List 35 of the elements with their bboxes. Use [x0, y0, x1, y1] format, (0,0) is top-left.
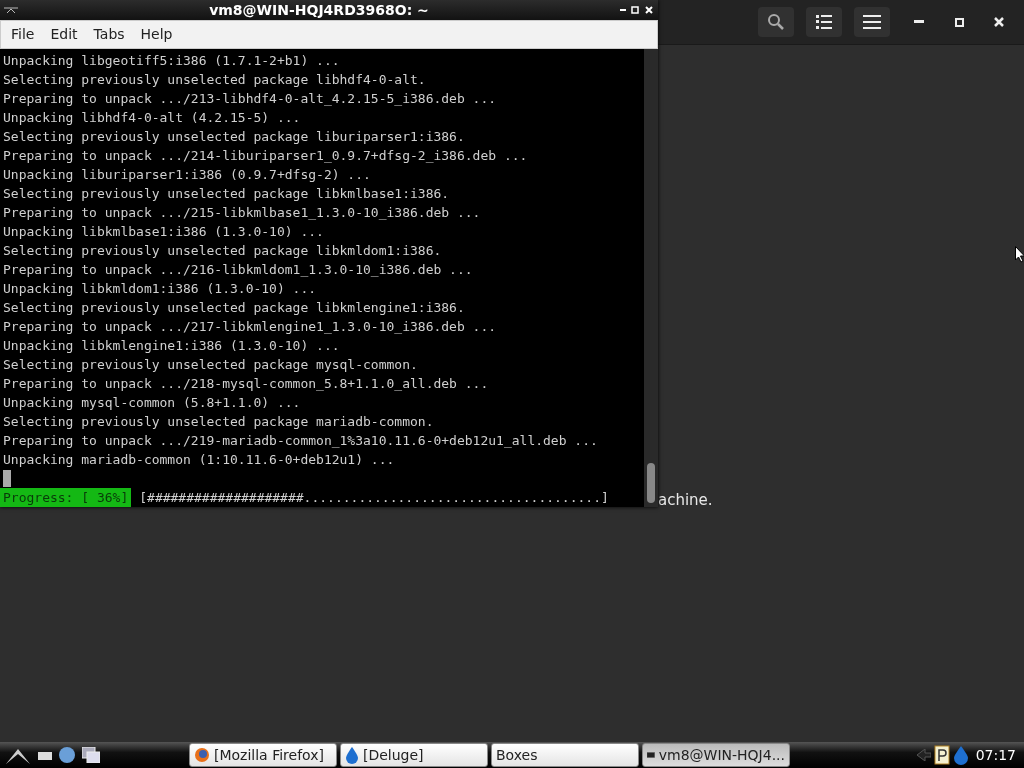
terminal-line: Selecting previously unselected package mariadb-common. [3, 413, 435, 431]
terminal-line: Selecting previously unselected package libkmlengine1:i386. [3, 299, 466, 317]
terminal-line: Preparing to unpack .../215-libkmlbase1_1.3.0-10_i386.deb ... [3, 204, 482, 222]
terminal-line: Selecting previously unselected package liburiparser1:i386. [3, 128, 466, 146]
terminal-line: Unpacking libkmlengine1:i386 (1.3.0-10) ... [3, 337, 341, 355]
terminal-line: Unpacking libkmldom1:i386 (1.3.0-10) ... [3, 280, 318, 298]
progress-label: Progress: [ 36%] [0, 488, 132, 507]
terminal-line: Preparing to unpack .../219-mariadb-common_1%3a10.11.6-0+deb12u1_all.deb ... [3, 432, 599, 450]
terminal-line: Preparing to unpack .../213-libhdf4-0-alt_4.2.15-5_i386.deb ... [3, 90, 498, 108]
terminal-line: Preparing to unpack .../217-libkmlengine1_1.3.0-10_i386.deb ... [3, 318, 498, 336]
clock: 07:17 [975, 747, 1016, 763]
taskbar-button[interactable]: [Mozilla Firefox] [189, 743, 337, 767]
terminal-line: Selecting previously unselected package mysql-common. [3, 356, 419, 374]
terminal-line: Unpacking mysql-common (5.8+1.1.0) ... [3, 394, 302, 412]
menu-item[interactable]: File [3, 26, 43, 43]
terminal-line: Unpacking mariadb-common (1:10.11.6-0+deb12u1) ... [3, 451, 396, 469]
progress-text: [####################......................................] [139, 489, 609, 507]
taskbar-button[interactable]: [Deluge] [340, 743, 488, 767]
terminal-line: Selecting previously unselected package libhdf4-0-alt. [3, 71, 427, 89]
menu-item[interactable]: Edit [42, 26, 86, 43]
status-text: achine. [658, 491, 713, 509]
terminal-line: Preparing to unpack .../216-libkmldom1_1.3.0-10_i386.deb ... [3, 261, 474, 279]
menu-item[interactable]: Tabs [85, 26, 133, 43]
terminal-line: Preparing to unpack .../214-liburiparser1_0.9.7+dfsg-2_i386.deb ... [3, 147, 529, 165]
terminal-line: Selecting previously unselected package libkmldom1:i386. [3, 242, 443, 260]
taskbar-button[interactable]: Boxes [491, 743, 639, 767]
terminal-line: Preparing to unpack .../218-mysql-common_5.8+1.1.0_all.deb ... [3, 375, 490, 393]
taskbar-button[interactable]: vm8@WIN-HQJ4... [642, 743, 790, 767]
menu-item[interactable]: Help [132, 26, 181, 43]
window-title: vm8@WIN-HQJ4RD3968O: ~ [208, 1, 430, 18]
terminal-line: Unpacking liburiparser1:i386 (0.9.7+dfsg-2) ... [3, 166, 372, 184]
terminal-line: Unpacking libgeotiff5:i386 (1.7.1-2+b1) ... [3, 52, 341, 70]
terminal-line: Selecting previously unselected package libkmlbase1:i386. [3, 185, 451, 203]
terminal-line: Unpacking libkmlbase1:i386 (1.3.0-10) ... [3, 223, 325, 241]
terminal-line: Unpacking libhdf4-0-alt (4.2.15-5) ... [3, 109, 302, 127]
